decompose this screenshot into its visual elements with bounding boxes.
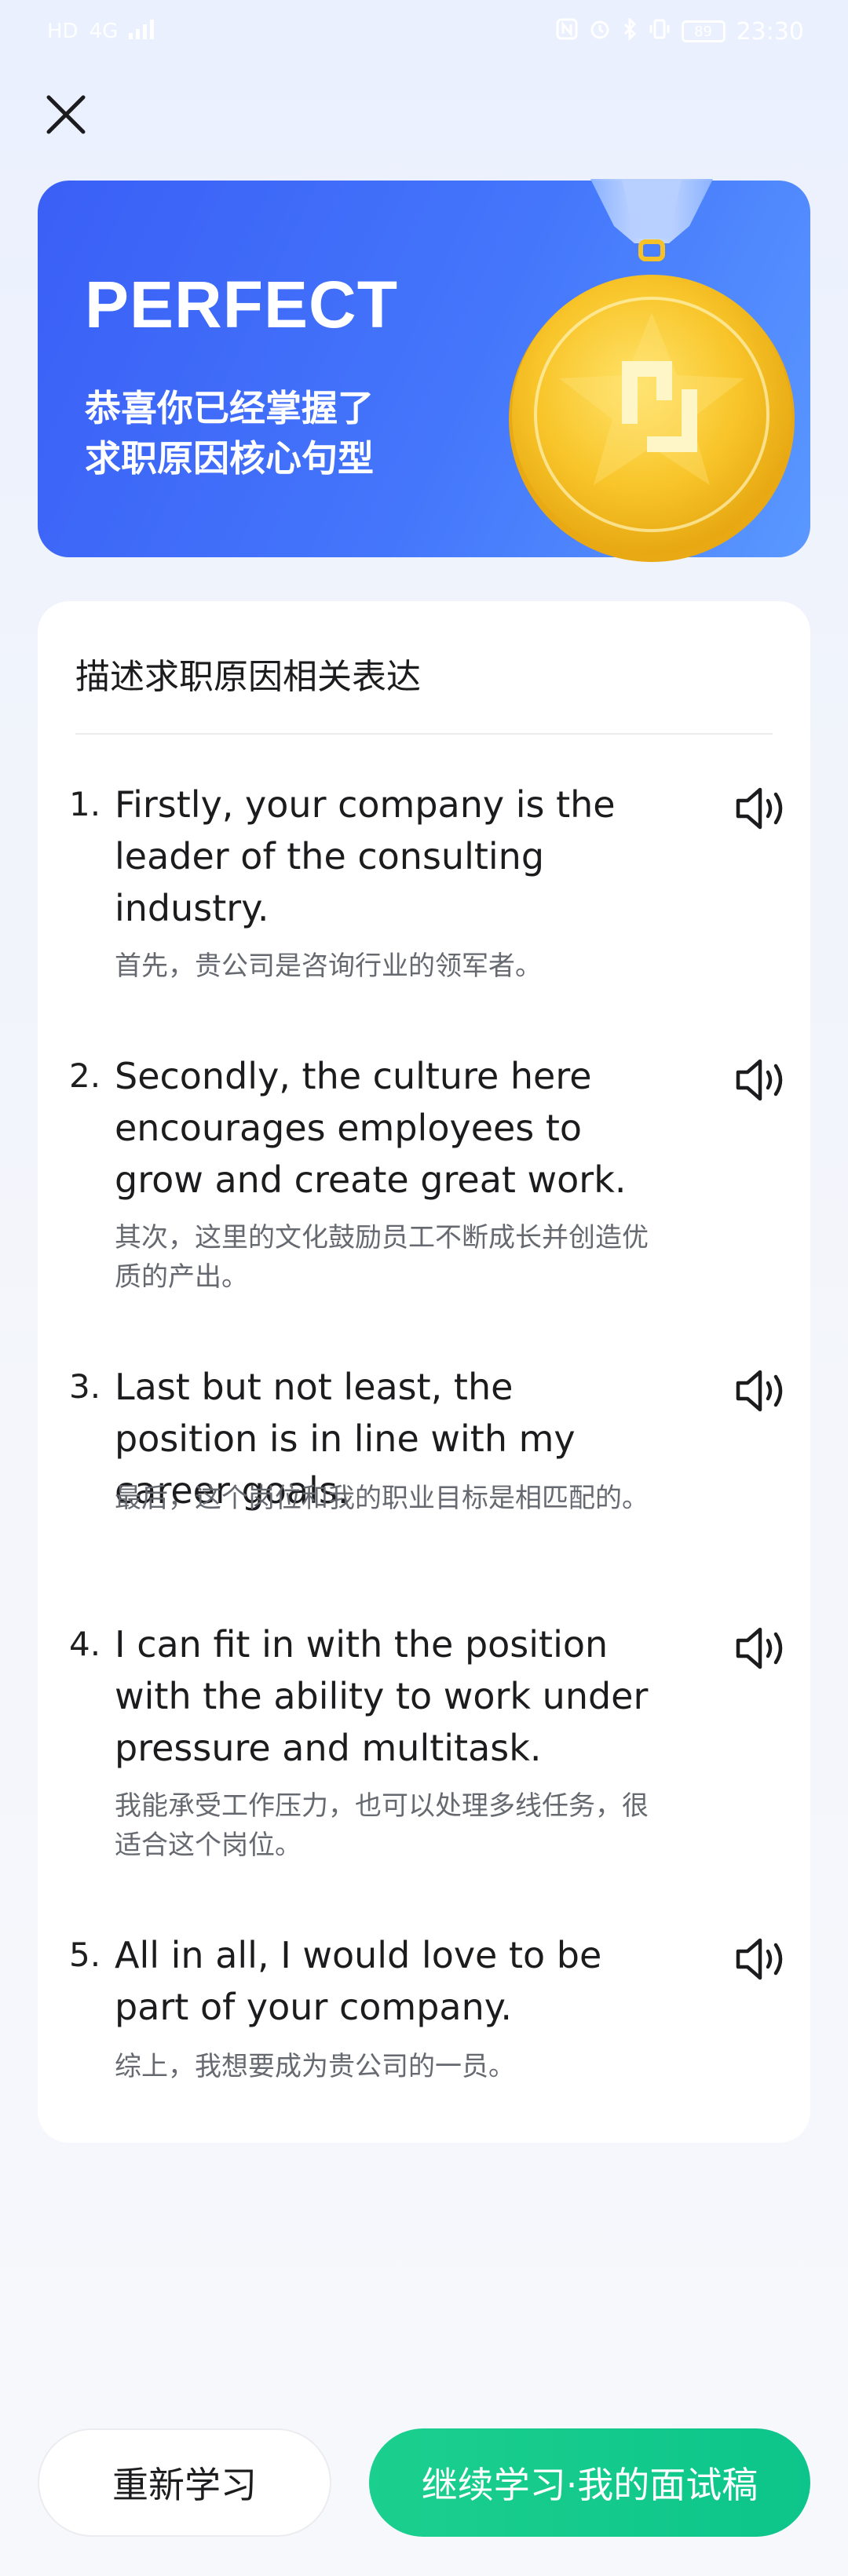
sentence-english: Secondly, the culture here encourages em… xyxy=(115,1055,627,1201)
speaker-icon xyxy=(736,787,783,830)
page: HD 4G 89 23:30 PERFECT 恭喜你已经掌握了 求职原因核心句型… xyxy=(0,0,848,2576)
sentence-chinese: 首先，贵公司是咨询行业的领军者。 xyxy=(115,950,542,982)
restart-learning-button[interactable]: 重新学习 xyxy=(38,2428,331,2537)
status-left: HD 4G xyxy=(47,19,157,45)
gold-medal-icon xyxy=(509,179,795,562)
achievement-banner: PERFECT 恭喜你已经掌握了 求职原因核心句型 xyxy=(38,179,810,562)
status-right: 89 23:30 xyxy=(556,16,804,46)
sentence-number: 1. xyxy=(69,785,101,823)
sentence-chinese: 最后，这个岗位和我的职业目标是相匹配的。 xyxy=(115,1483,649,1514)
speaker-icon xyxy=(736,1627,783,1669)
sentence-number: 4. xyxy=(69,1625,101,1663)
divider xyxy=(75,733,773,735)
sentence-chinese: 其次，这里的文化鼓励员工不断成长并创造优质的产出。 xyxy=(115,1222,649,1293)
speaker-icon xyxy=(736,1059,783,1101)
sentence-number: 5. xyxy=(69,1936,101,1974)
speaker-icon xyxy=(736,1370,783,1412)
play-audio-button[interactable] xyxy=(733,1055,790,1105)
sentence-chinese: 我能承受工作压力，也可以处理多线任务，很适合这个岗位。 xyxy=(115,1790,649,1861)
play-audio-button[interactable] xyxy=(733,783,790,834)
hd-icon: HD xyxy=(47,20,79,43)
alarm-icon xyxy=(589,18,611,46)
continue-learning-button[interactable]: 继续学习·我的面试稿 xyxy=(369,2428,810,2537)
play-audio-button[interactable] xyxy=(733,1366,790,1416)
sentence-card: 描述求职原因相关表达 1. Firstly, your company is t… xyxy=(38,601,810,2143)
speaker-icon xyxy=(736,1938,783,1980)
sentence-english: All in all, I would love to be part of y… xyxy=(115,1934,602,2028)
sentence-chinese: 综上，我想要成为贵公司的一员。 xyxy=(115,2051,515,2082)
vibrate-icon xyxy=(649,18,671,46)
close-icon xyxy=(46,95,86,134)
sentence-number: 3. xyxy=(69,1367,101,1406)
hero-title: PERFECT xyxy=(85,268,399,341)
hero-subtitle: 恭喜你已经掌握了 求职原因核心句型 xyxy=(85,383,493,483)
sentence-english: I can fit in with the position with the … xyxy=(115,1623,649,1769)
play-audio-button[interactable] xyxy=(733,1934,790,1984)
play-audio-button[interactable] xyxy=(733,1623,790,1673)
sentence-english: Firstly, your company is the leader of t… xyxy=(115,783,616,929)
battery-indicator: 89 xyxy=(681,20,726,42)
hero-subtitle-line1: 恭喜你已经掌握了 xyxy=(85,387,374,429)
nfc-icon xyxy=(556,18,578,46)
bluetooth-icon xyxy=(622,16,638,46)
clock: 23:30 xyxy=(736,17,804,46)
hero-subtitle-line2: 求职原因核心句型 xyxy=(85,437,374,480)
signal-icon xyxy=(129,19,157,45)
card-title: 描述求职原因相关表达 xyxy=(75,657,421,697)
network-4g-icon: 4G xyxy=(89,20,119,43)
close-button[interactable] xyxy=(44,93,88,137)
status-bar: HD 4G 89 23:30 xyxy=(0,0,848,63)
sentence-number: 2. xyxy=(69,1056,101,1095)
